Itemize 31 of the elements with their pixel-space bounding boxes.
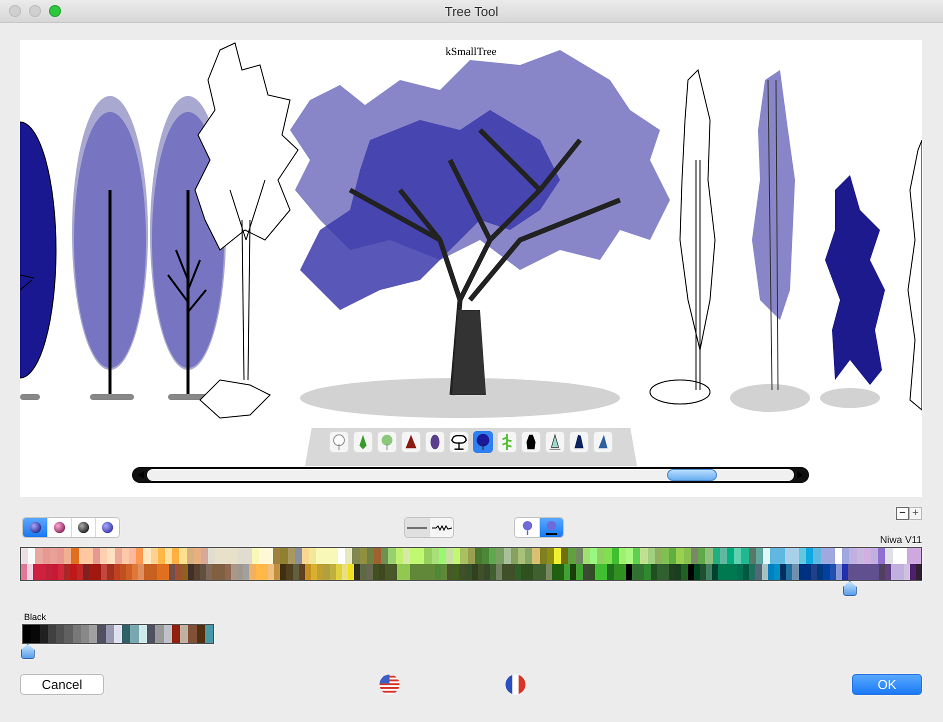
shading-mode-button[interactable] (95, 518, 119, 537)
tree-name-label: kSmallTree (446, 46, 496, 58)
us-flag-icon[interactable] (379, 674, 400, 695)
pin-mode-button[interactable] (539, 518, 563, 537)
wavy-line-icon (432, 524, 452, 530)
color-name-label: Black (24, 612, 48, 624)
tree-style-button[interactable] (473, 431, 493, 453)
palette-slider-thumb[interactable] (20, 644, 35, 659)
zoom-window-button[interactable] (49, 5, 61, 17)
color-palette[interactable] (20, 547, 922, 581)
tree-icon (474, 433, 492, 451)
tree-icon (330, 433, 348, 451)
scroll-thumb[interactable] (667, 469, 717, 481)
line-style-button[interactable] (405, 518, 429, 537)
sphere-icon (53, 521, 66, 534)
pin-icon (544, 520, 559, 535)
line-style-button[interactable] (429, 518, 453, 537)
cancel-button[interactable]: Cancel (20, 674, 104, 695)
horizontal-scrollbar[interactable] (132, 467, 809, 483)
palette-slider-thumb[interactable] (842, 581, 857, 596)
zoom-out-button[interactable]: − (896, 507, 909, 520)
sphere-icon (77, 521, 90, 534)
sphere-icon (28, 521, 42, 534)
color-shade-palette[interactable] (22, 624, 214, 644)
tree-sketch-icon (450, 433, 468, 451)
palette-name: Niwa V11 (880, 535, 922, 547)
straight-line-icon (407, 524, 427, 530)
zoom-in-button[interactable]: + (909, 507, 922, 520)
window-title: Tree Tool (444, 4, 498, 18)
sphere-icon (101, 521, 114, 534)
french-flag-icon[interactable] (505, 674, 526, 695)
